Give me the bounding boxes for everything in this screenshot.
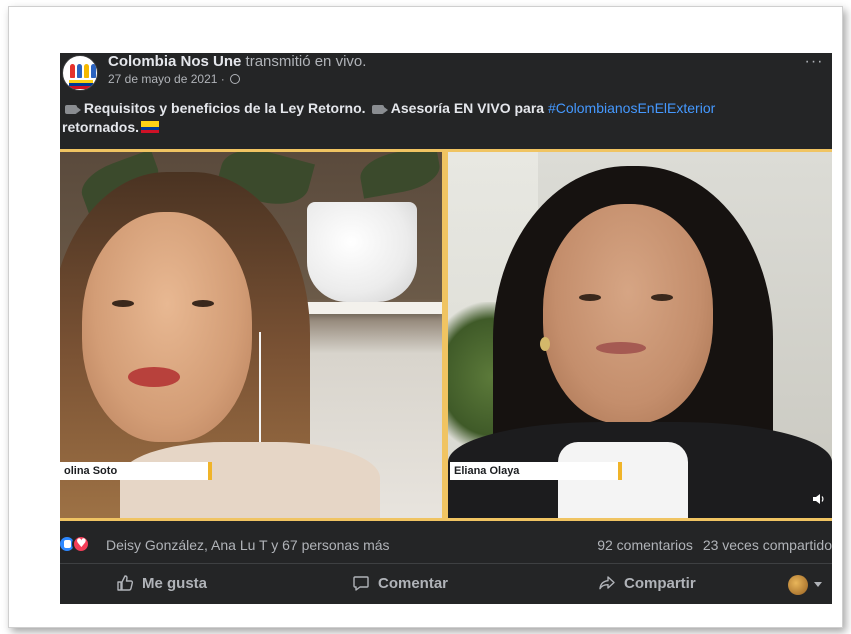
speaker-right-name-label: Eliana Olaya: [450, 462, 622, 480]
post-action-text: transmitió en vivo.: [245, 53, 367, 70]
post-action-bar: Me gusta Comentar Compartir: [60, 565, 832, 603]
camera-emoji-icon: [65, 105, 81, 114]
speaker-right-face: [543, 204, 713, 424]
user-avatar: [788, 575, 808, 595]
reactors-summary[interactable]: Deisy González, Ana Lu T y 67 personas m…: [106, 537, 390, 553]
love-reaction-icon[interactable]: [72, 535, 90, 553]
camera-emoji-icon: [372, 105, 389, 114]
comment-button[interactable]: Comentar: [352, 573, 448, 595]
thumbs-up-icon: [117, 575, 134, 591]
speaker-left-name-label: olina Soto: [60, 462, 212, 480]
speaker-right-lips: [596, 342, 646, 354]
earphone-cable: [255, 332, 261, 452]
page-name-link[interactable]: Colombia Nos Une: [108, 53, 241, 70]
colombia-flag-icon: [141, 121, 160, 133]
speaker-left-shirt: [120, 442, 380, 518]
comment-icon: [353, 576, 369, 591]
post-timestamp[interactable]: 27 de mayo de 2021 ·: [108, 72, 241, 86]
flower-pot: [307, 202, 417, 302]
speaker-left-face: [82, 212, 252, 442]
globe-icon: [230, 74, 241, 84]
reactions-row: Deisy González, Ana Lu T y 67 personas m…: [60, 531, 832, 559]
more-options-button[interactable]: ···: [800, 54, 828, 75]
volume-icon[interactable]: [812, 492, 826, 506]
earring: [540, 337, 550, 351]
post-text-part1: Requisitos y beneficios de la Ley Retorn…: [83, 100, 366, 116]
post-text-part2: Asesoría EN VIVO para: [390, 100, 545, 116]
video-tile-left: olina Soto: [60, 152, 442, 518]
video-tile-right: Eliana Olaya: [448, 152, 832, 518]
page-avatar[interactable]: [62, 55, 98, 91]
like-label: Me gusta: [142, 575, 208, 592]
share-arrow-icon: [599, 576, 615, 590]
audience-selector[interactable]: [788, 575, 828, 595]
speaker-left-lips: [128, 367, 180, 387]
shares-count[interactable]: 23 veces compartido: [703, 537, 832, 553]
screenshot-frame: Colombia Nos Une transmitió en vivo. 27 …: [8, 6, 843, 628]
shelf: [290, 302, 442, 314]
post-text-part3: retornados.: [62, 119, 140, 135]
comment-label: Comentar: [378, 575, 449, 592]
post-stats: 92 comentarios 23 veces compartido: [597, 537, 832, 553]
live-video-player[interactable]: olina Soto Eliana Olaya: [60, 149, 832, 521]
hashtag-link[interactable]: #ColombianosEnElExterior: [548, 100, 715, 116]
speaker-right-blouse: [558, 442, 688, 518]
caret-down-icon: [814, 582, 822, 587]
comments-count[interactable]: 92 comentarios: [597, 537, 693, 553]
post-header: Colombia Nos Une transmitió en vivo.: [108, 53, 366, 70]
like-button[interactable]: Me gusta: [116, 573, 207, 595]
share-button[interactable]: Compartir: [598, 573, 696, 595]
post-date-text: 27 de mayo de 2021 ·: [108, 72, 225, 86]
divider: [60, 563, 832, 564]
live-video-post: Colombia Nos Une transmitió en vivo. 27 …: [60, 53, 832, 604]
post-body: Requisitos y beneficios de la Ley Retorn…: [62, 99, 832, 137]
share-label: Compartir: [624, 575, 696, 592]
